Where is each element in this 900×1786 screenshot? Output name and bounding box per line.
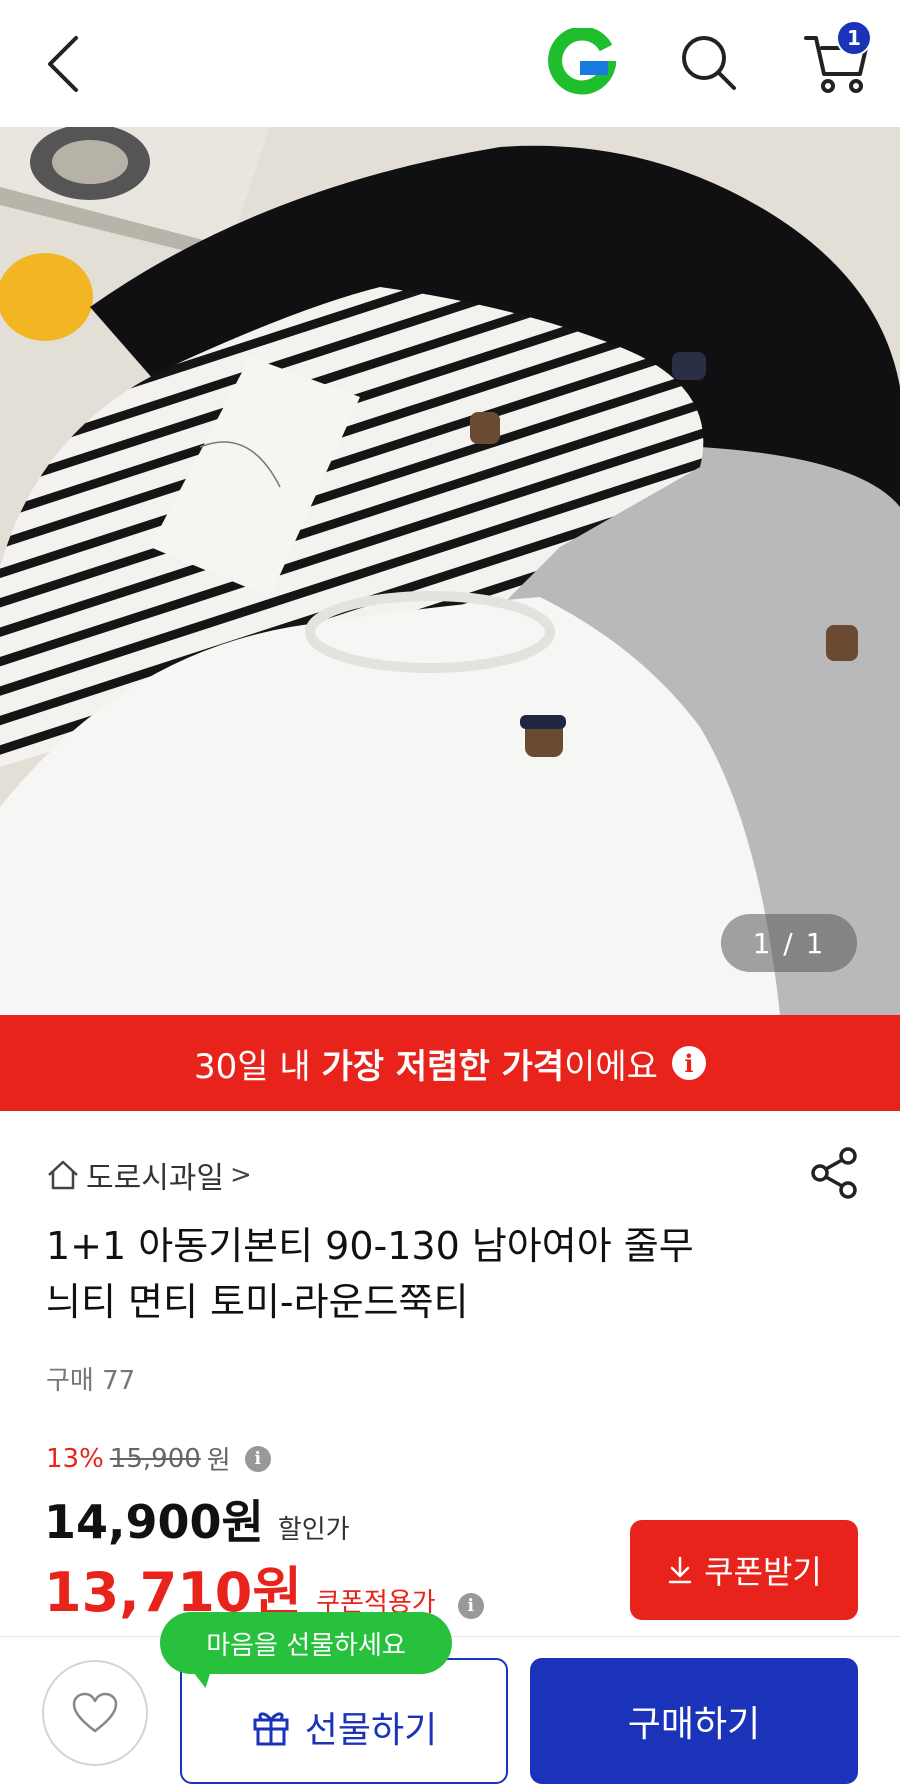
back-button[interactable] — [38, 32, 88, 96]
store-name: 도로시과일 — [86, 1161, 224, 1196]
banner-text-pre: 30일 내 — [194, 1046, 322, 1087]
search-icon — [682, 36, 736, 90]
banner-text-bold: 가장 저렴한 가격 — [321, 1046, 565, 1087]
heart-icon — [72, 1692, 118, 1733]
share-button[interactable] — [808, 1146, 862, 1200]
gift-tooltip: 마음을 선물하세요 — [160, 1612, 452, 1674]
g-logo-icon — [548, 26, 618, 95]
cart-count-badge: 1 — [836, 20, 872, 56]
discount-percent: 13% — [46, 1443, 104, 1474]
product-photo — [0, 127, 900, 1015]
store-link[interactable]: 도로시과일 > — [46, 1153, 252, 1197]
search-button[interactable] — [676, 30, 742, 96]
chevron-right-icon: > — [230, 1160, 252, 1190]
share-icon — [811, 1147, 857, 1199]
app-header: 1 — [0, 0, 900, 127]
gift-icon — [253, 1712, 289, 1746]
get-coupon-label: 쿠폰받기 — [704, 1553, 822, 1591]
download-icon — [668, 1556, 692, 1584]
home-icon — [48, 1160, 78, 1190]
purchase-count: 구매 77 — [46, 1366, 136, 1396]
price-info-icon[interactable]: i — [244, 1445, 271, 1472]
product-title: 1+1 아동기본티 90-130 남아여아 줄무 늬티 면티 토미-라운드쭉티 — [46, 1218, 846, 1330]
info-icon[interactable]: i — [671, 1046, 706, 1080]
buy-button-label: 구매하기 — [627, 1704, 761, 1745]
original-price: 15,900 — [109, 1443, 201, 1474]
sale-price-row: 14,900원 할인가 — [44, 1486, 350, 1552]
original-price-unit: 원 — [206, 1446, 231, 1476]
buy-button[interactable]: 구매하기 — [530, 1658, 858, 1784]
gift-button-label: 선물하기 — [304, 1710, 438, 1751]
product-title-line2: 늬티 면티 토미-라운드쭉티 — [46, 1280, 469, 1324]
product-title-line1: 1+1 아동기본티 90-130 남아여아 줄무 — [46, 1224, 694, 1268]
gift-button[interactable]: 선물하기 — [180, 1658, 508, 1784]
wishlist-button[interactable] — [42, 1660, 148, 1766]
chevron-left-icon — [48, 36, 78, 92]
sale-price-label: 할인가 — [277, 1515, 350, 1545]
original-price-row: 13% 15,900 원 i — [46, 1440, 271, 1477]
image-counter: 1 / 1 — [721, 914, 857, 972]
get-coupon-button[interactable]: 쿠폰받기 — [630, 1520, 858, 1620]
coupon-info-icon[interactable]: i — [457, 1593, 484, 1619]
lowest-price-banner: 30일 내 가장 저렴한 가격 이에요 i — [0, 1015, 900, 1111]
gmarket-logo[interactable] — [546, 26, 618, 98]
product-image[interactable] — [0, 127, 900, 1015]
sale-price: 14,900원 — [44, 1495, 264, 1549]
banner-text-post: 이에요 — [564, 1046, 658, 1087]
